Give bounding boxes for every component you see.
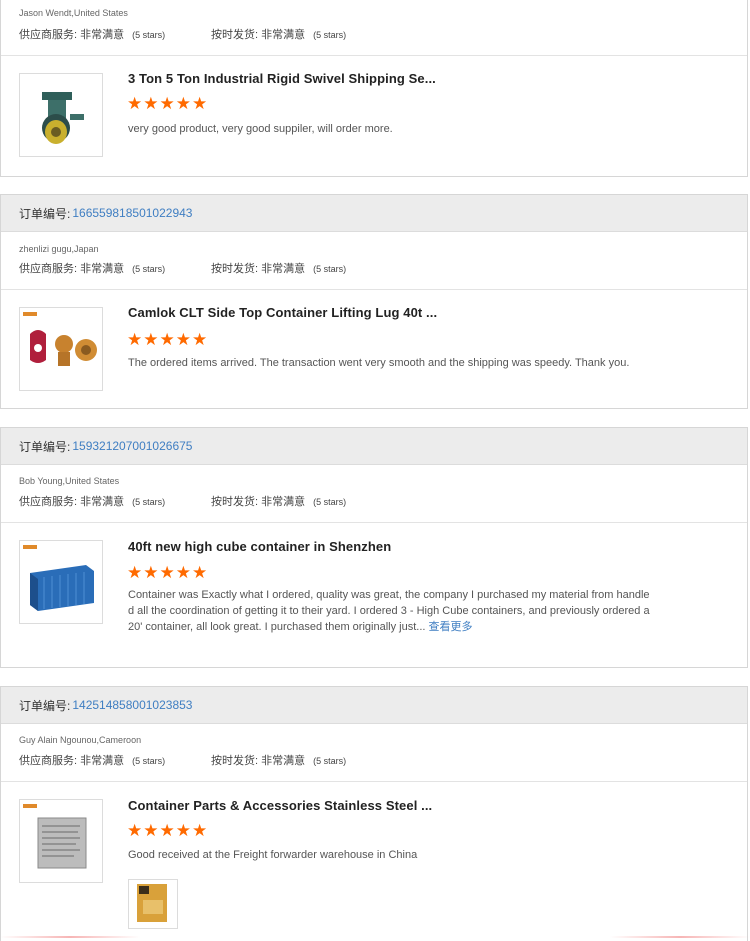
buyer-info: Guy Alain Ngounou,Cameroon bbox=[19, 735, 142, 745]
divider bbox=[1, 781, 747, 782]
star-icon: ★ bbox=[159, 330, 175, 349]
buyer-info: Bob Young,United States bbox=[19, 476, 120, 486]
on-time-rating: 按时发货: 非常满意 (5 stars) bbox=[211, 755, 347, 767]
star-icon: ★ bbox=[192, 821, 208, 840]
star-icon: ★ bbox=[159, 821, 175, 840]
product-thumbnail[interactable] bbox=[19, 307, 103, 391]
product-rating-stars: ★ ★ ★ ★ ★ bbox=[127, 331, 207, 349]
star-icon: ★ bbox=[127, 821, 143, 840]
star-icon: ★ bbox=[192, 563, 208, 582]
buyer-photo-thumbnail[interactable] bbox=[128, 879, 178, 929]
star-icon: ★ bbox=[143, 821, 159, 840]
divider bbox=[1, 289, 747, 290]
seller-ratings: 供应商服务: 非常满意 (5 stars) 按时发货: 非常满意 (5 stars) bbox=[1, 27, 750, 43]
product-thumbnail[interactable] bbox=[19, 540, 103, 624]
star-icon: ★ bbox=[192, 330, 208, 349]
review-text: Good received at the Freight forwarder w… bbox=[128, 849, 418, 861]
star-icon: ★ bbox=[175, 94, 191, 113]
seller-ratings: 供应商服务: 非常满意 (5 stars) 按时发货: 非常满意 (5 stars) bbox=[1, 261, 750, 277]
seller-ratings: 供应商服务: 非常满意 (5 stars) 按时发货: 非常满意 (5 stars) bbox=[1, 494, 750, 510]
supplier-service-rating: 供应商服务: 非常满意 (5 stars) bbox=[19, 263, 166, 275]
order-number-bar: 订单编号: 159321207001026675 bbox=[1, 428, 747, 465]
bottom-decor-line-right bbox=[610, 936, 750, 938]
order-number-bar: 订单编号: 142514858001023853 bbox=[1, 687, 747, 724]
on-time-rating: 按时发货: 非常满意 (5 stars) bbox=[211, 263, 347, 275]
star-icon: ★ bbox=[159, 94, 175, 113]
star-icon: ★ bbox=[127, 330, 143, 349]
star-icon: ★ bbox=[175, 821, 191, 840]
star-icon: ★ bbox=[127, 94, 143, 113]
star-icon: ★ bbox=[143, 563, 159, 582]
review-text: The ordered items arrived. The transacti… bbox=[128, 357, 630, 369]
shipping-container-image bbox=[23, 545, 94, 611]
seller-ratings: 供应商服务: 非常满意 (5 stars) 按时发货: 非常满意 (5 stars) bbox=[1, 753, 750, 769]
star-icon: ★ bbox=[192, 94, 208, 113]
review-card-4: 订单编号: 142514858001023853 Guy Alain Ngoun… bbox=[0, 686, 748, 941]
supplier-service-rating: 供应商服务: 非常满意 (5 stars) bbox=[19, 755, 166, 767]
order-label: 订单编号: bbox=[19, 206, 71, 221]
product-thumbnail[interactable] bbox=[19, 73, 103, 157]
product-title[interactable]: 3 Ton 5 Ton Industrial Rigid Swivel Ship… bbox=[128, 71, 436, 86]
review-card-2: 订单编号: 166559818501022943 zhenlizi gugu,J… bbox=[0, 194, 748, 409]
review-text: very good product, very good suppiler, w… bbox=[128, 123, 393, 135]
product-title[interactable]: Camlok CLT Side Top Container Lifting Lu… bbox=[128, 305, 437, 320]
review-text: Container was Exactly what I ordered, qu… bbox=[128, 589, 650, 633]
on-time-rating: 按时发货: 非常满意 (5 stars) bbox=[211, 496, 347, 508]
product-rating-stars: ★ ★ ★ ★ ★ bbox=[127, 564, 207, 582]
bottom-decor-line-left bbox=[0, 936, 140, 938]
order-number-bar: 订单编号: 166559818501022943 bbox=[1, 195, 747, 232]
buyer-info: zhenlizi gugu,Japan bbox=[19, 244, 99, 254]
star-icon: ★ bbox=[175, 563, 191, 582]
product-rating-stars: ★ ★ ★ ★ ★ bbox=[127, 95, 207, 113]
product-thumbnail[interactable] bbox=[19, 799, 103, 883]
product-title[interactable]: Container Parts & Accessories Stainless … bbox=[128, 798, 432, 813]
product-title[interactable]: 40ft new high cube container in Shenzhen bbox=[128, 539, 391, 554]
order-label: 订单编号: bbox=[19, 439, 71, 454]
buyer-photo-image bbox=[129, 880, 177, 928]
product-rating-stars: ★ ★ ★ ★ ★ bbox=[127, 822, 207, 840]
order-number-link[interactable]: 166559818501022943 bbox=[72, 206, 192, 220]
divider bbox=[1, 55, 747, 56]
lifting-lug-image bbox=[23, 312, 97, 366]
review-card-1: Jason Wendt,United States 供应商服务: 非常满意 (5 … bbox=[0, 0, 748, 177]
see-more-link[interactable]: 查看更多 bbox=[429, 621, 473, 633]
star-icon: ★ bbox=[175, 330, 191, 349]
star-icon: ★ bbox=[143, 94, 159, 113]
buyer-info: Jason Wendt,United States bbox=[19, 8, 128, 18]
data-plate-image bbox=[23, 804, 87, 869]
order-number-link[interactable]: 142514858001023853 bbox=[72, 698, 192, 712]
star-icon: ★ bbox=[143, 330, 159, 349]
star-icon: ★ bbox=[127, 563, 143, 582]
supplier-service-rating: 供应商服务: 非常满意 (5 stars) bbox=[19, 29, 166, 41]
divider bbox=[1, 522, 747, 523]
supplier-service-rating: 供应商服务: 非常满意 (5 stars) bbox=[19, 496, 166, 508]
order-number-link[interactable]: 159321207001026675 bbox=[72, 439, 192, 453]
on-time-rating: 按时发货: 非常满意 (5 stars) bbox=[211, 29, 347, 41]
caster-wheel-image bbox=[42, 92, 84, 144]
review-card-3: 订单编号: 159321207001026675 Bob Young,Unite… bbox=[0, 427, 748, 668]
star-icon: ★ bbox=[159, 563, 175, 582]
order-label: 订单编号: bbox=[19, 698, 71, 713]
